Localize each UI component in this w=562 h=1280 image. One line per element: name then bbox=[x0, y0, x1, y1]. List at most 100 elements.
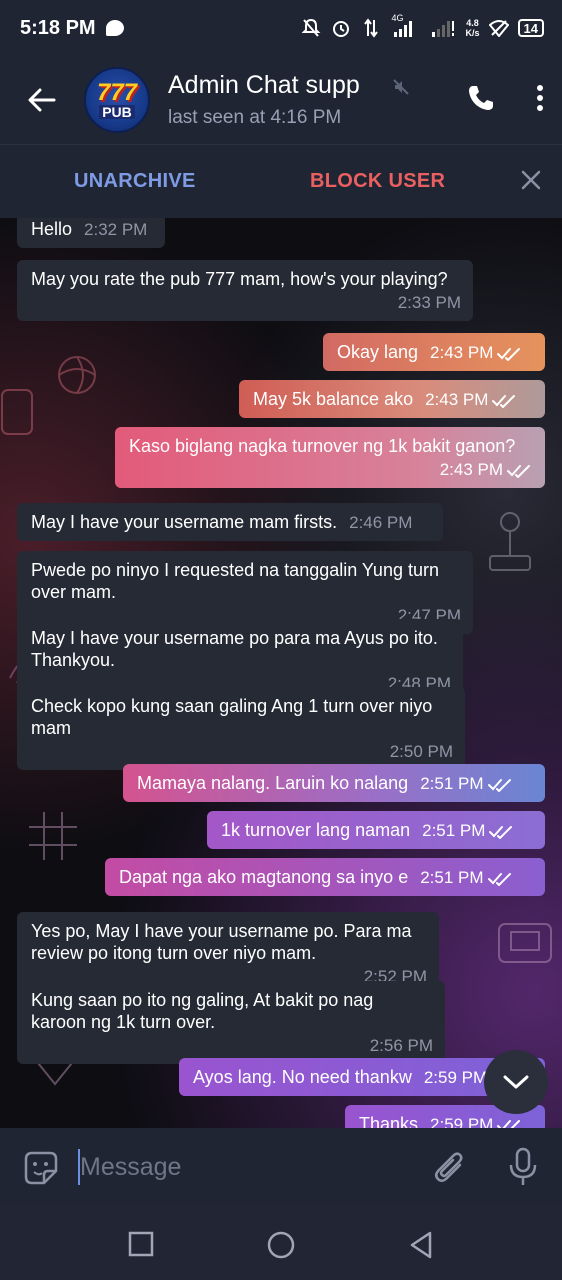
message-time-text: 2:43 PM bbox=[425, 390, 489, 409]
data-transfer-icon bbox=[360, 17, 382, 39]
recents-button[interactable] bbox=[128, 1231, 154, 1262]
chat-notification-icon bbox=[105, 20, 124, 36]
archive-action-bar: UNARCHIVE BLOCK USER bbox=[0, 144, 562, 218]
circle-nav-icon bbox=[267, 1231, 295, 1259]
doodle-joystick-icon bbox=[489, 512, 531, 571]
system-navigation-bar bbox=[0, 1206, 562, 1280]
more-vert-icon bbox=[537, 84, 543, 111]
message-time: 2:43 PM bbox=[129, 459, 533, 481]
message-time: 2:33 PM bbox=[31, 292, 461, 314]
message-time: 2:51 PM bbox=[420, 868, 513, 887]
back-arrow-icon bbox=[28, 88, 56, 112]
message-time-text: 2:59 PM bbox=[430, 1115, 494, 1128]
more-options-button[interactable] bbox=[536, 84, 544, 117]
outgoing-message[interactable]: Mamaya nalang. Laruin ko nalang 2:51 PM bbox=[123, 764, 545, 802]
doodle-console-icon bbox=[498, 923, 552, 963]
message-input-bar bbox=[0, 1128, 562, 1206]
incoming-message[interactable]: Kung saan po ito ng galing, At bakit po … bbox=[17, 981, 445, 1064]
message-time: 2:51 PM bbox=[420, 774, 513, 793]
signal-icon-1: 4G bbox=[390, 13, 420, 39]
double-check-icon bbox=[497, 347, 521, 361]
close-action-bar-button[interactable] bbox=[520, 169, 542, 196]
attach-button[interactable] bbox=[432, 1149, 466, 1192]
close-icon bbox=[521, 170, 541, 190]
status-time: 5:18 PM bbox=[20, 16, 96, 39]
outgoing-message[interactable]: 1k turnover lang naman 2:51 PM bbox=[207, 811, 545, 849]
message-text: Hello bbox=[31, 219, 73, 239]
block-user-button[interactable]: BLOCK USER bbox=[310, 170, 445, 193]
message-time-text: 2:51 PM bbox=[420, 774, 484, 793]
message-text: Dapat nga ako magtanong sa inyo e bbox=[119, 867, 409, 887]
voice-message-button[interactable] bbox=[508, 1147, 538, 1192]
message-time: 2:56 PM bbox=[31, 1035, 433, 1057]
outgoing-message[interactable]: Okay lang 2:43 PM bbox=[323, 333, 545, 371]
doodle-ball-icon bbox=[58, 356, 96, 394]
square-nav-icon bbox=[128, 1231, 154, 1257]
message-text: Ayos lang. No need thankw bbox=[193, 1067, 412, 1087]
message-text: May I have your username po para ma Ayus… bbox=[31, 628, 438, 670]
avatar-number: 777 bbox=[96, 79, 138, 106]
message-time: 2:32 PM bbox=[84, 220, 147, 239]
message-time-text: 2:43 PM bbox=[439, 460, 503, 479]
signal-icon-2 bbox=[428, 17, 458, 39]
incoming-message[interactable]: Hello 2:32 PM bbox=[17, 218, 165, 248]
message-text: Pwede po ninyo I requested na tanggalin … bbox=[31, 560, 439, 602]
message-input[interactable] bbox=[80, 1148, 400, 1186]
doodle-controller-icon bbox=[1, 389, 33, 435]
double-check-icon bbox=[487, 872, 511, 886]
message-time: 2:43 PM bbox=[425, 390, 518, 409]
alarm-icon bbox=[330, 17, 352, 39]
incoming-message[interactable]: Check kopo kung saan galing Ang 1 turn o… bbox=[17, 687, 465, 770]
message-time: 2:50 PM bbox=[31, 741, 453, 763]
chat-title: Admin Chat supp bbox=[168, 71, 360, 99]
incoming-message[interactable]: May you rate the pub 777 mam, how's your… bbox=[17, 260, 473, 321]
double-check-icon bbox=[507, 464, 530, 478]
message-time: 2:46 PM bbox=[349, 513, 412, 532]
emoji-sticker-button[interactable] bbox=[22, 1149, 60, 1192]
sticker-icon bbox=[24, 1151, 58, 1185]
status-bar: 5:18 PM 4G 4.8 K/s 14 bbox=[0, 0, 562, 56]
double-check-icon bbox=[489, 825, 513, 839]
unarchive-button[interactable]: UNARCHIVE bbox=[74, 170, 196, 193]
avatar[interactable]: 777 PUB bbox=[84, 67, 150, 133]
bell-off-icon bbox=[300, 17, 322, 39]
outgoing-message[interactable]: Dapat nga ako magtanong sa inyo e 2:51 PM bbox=[105, 858, 545, 896]
mute-icon bbox=[393, 79, 409, 95]
message-time-text: 2:33 PM bbox=[397, 293, 461, 312]
outgoing-message[interactable]: May 5k balance ako 2:43 PM bbox=[239, 380, 545, 418]
message-time-text: 2:56 PM bbox=[369, 1036, 433, 1055]
avatar-label: PUB bbox=[99, 105, 135, 119]
chevron-down-icon bbox=[503, 1075, 529, 1089]
call-button[interactable] bbox=[466, 83, 496, 118]
message-text: Thanks bbox=[359, 1114, 419, 1128]
message-text: May 5k balance ako bbox=[253, 389, 414, 409]
message-time-text: 2:50 PM bbox=[389, 742, 453, 761]
chat-header: 777 PUB Admin Chat supp last seen at 4:1… bbox=[0, 56, 562, 144]
mic-icon bbox=[509, 1147, 537, 1185]
message-text: 1k turnover lang naman bbox=[221, 820, 411, 840]
message-list[interactable]: Hello 2:32 PM May you rate the pub 777 mam… bbox=[0, 218, 562, 1128]
double-check-icon bbox=[492, 394, 516, 408]
double-check-icon bbox=[487, 778, 511, 792]
chat-title-block[interactable]: Admin Chat supp last seen at 4:16 PM bbox=[168, 71, 398, 129]
message-time-text: 2:59 PM bbox=[423, 1068, 488, 1087]
message-text: Kung saan po ito ng galing, At bakit po … bbox=[31, 990, 374, 1032]
message-text: Kaso biglang nagka turnover ng 1k bakit … bbox=[129, 436, 516, 456]
phone-icon bbox=[469, 85, 493, 110]
message-text: May you rate the pub 777 mam, how's your… bbox=[31, 269, 448, 289]
outgoing-message[interactable]: Kaso biglang nagka turnover ng 1k bakit … bbox=[115, 427, 545, 488]
home-button[interactable] bbox=[266, 1230, 296, 1265]
message-time: 2:51 PM bbox=[422, 821, 515, 840]
message-text: May I have your username mam firsts. bbox=[31, 512, 338, 532]
scroll-to-bottom-button[interactable] bbox=[484, 1050, 548, 1114]
triangle-back-nav-icon bbox=[410, 1231, 432, 1259]
back-button[interactable] bbox=[0, 56, 84, 144]
back-nav-button[interactable] bbox=[408, 1230, 434, 1265]
last-seen-status: last seen at 4:16 PM bbox=[168, 107, 342, 128]
message-time-text: 2:46 PM bbox=[349, 513, 413, 532]
incoming-message[interactable]: May I have your username mam firsts. 2:46… bbox=[17, 503, 443, 541]
message-text: Mamaya nalang. Laruin ko nalang bbox=[137, 773, 409, 793]
message-text: Check kopo kung saan galing Ang 1 turn o… bbox=[31, 696, 433, 738]
message-time-text: 2:32 PM bbox=[84, 220, 148, 239]
attach-icon bbox=[435, 1152, 463, 1182]
